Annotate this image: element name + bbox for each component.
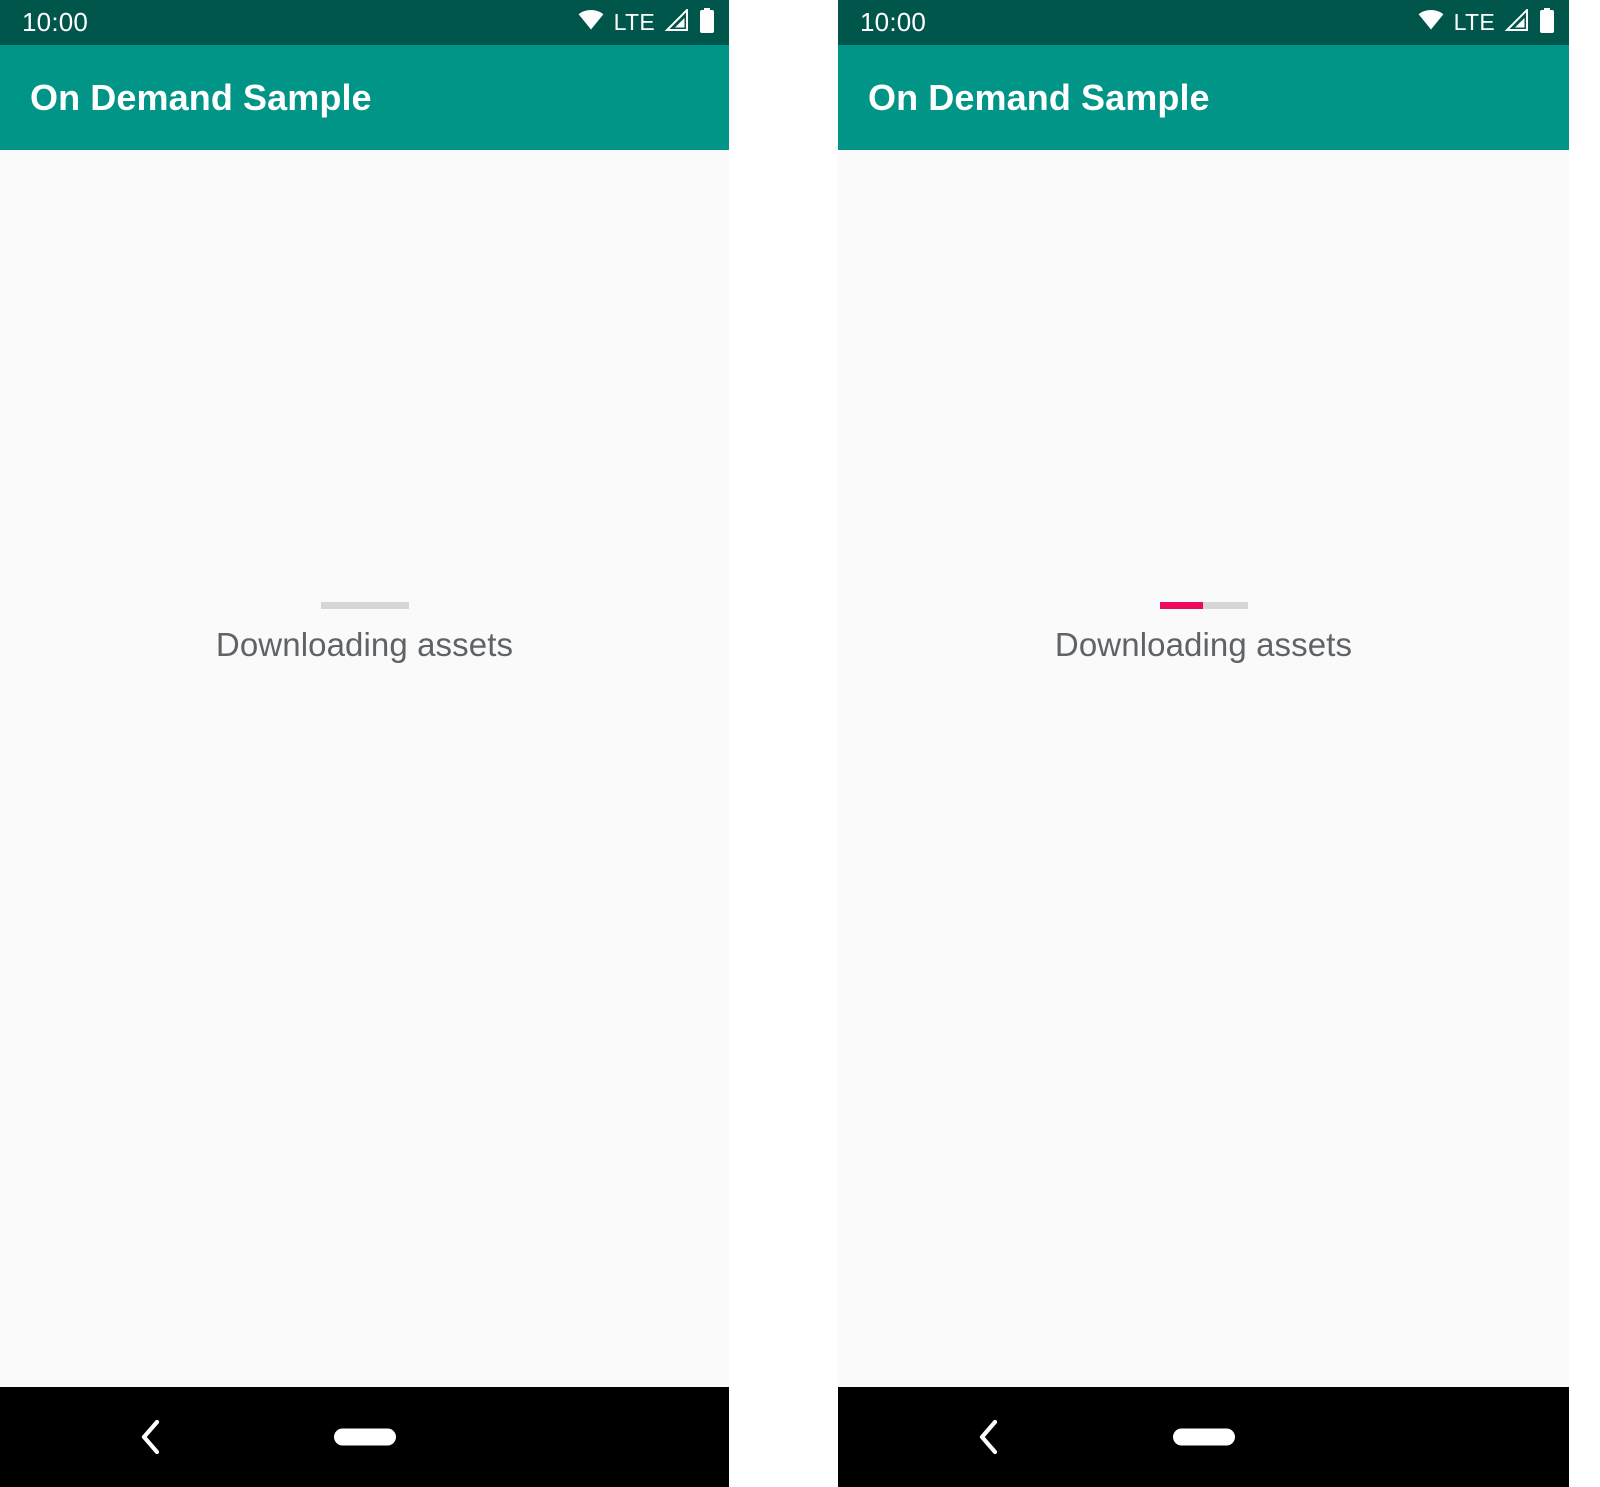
cellular-signal-icon: [664, 7, 689, 36]
download-status-block: Downloading assets: [838, 602, 1569, 663]
download-status-label: Downloading assets: [1054, 626, 1353, 663]
lte-label: LTE: [613, 9, 655, 35]
wifi-icon: [578, 10, 604, 35]
app-bar: On Demand Sample: [0, 45, 729, 150]
cellular-signal-icon: [1504, 7, 1529, 36]
status-icon-group: LTE: [578, 7, 715, 38]
download-progress-bar: [320, 602, 409, 609]
lte-label: LTE: [1453, 9, 1495, 35]
download-progress-bar: [1159, 602, 1248, 609]
system-nav-bar: [0, 1387, 729, 1487]
phone-screen-before: 10:00 LTE On Demand Sample Downloading a…: [0, 0, 729, 1487]
app-title: On Demand Sample: [868, 76, 1210, 118]
app-bar: On Demand Sample: [838, 45, 1569, 150]
battery-icon: [699, 7, 715, 38]
phone-screen-after: 10:00 LTE On Demand Sample Downloading a…: [838, 0, 1569, 1487]
content-area: Downloading assets: [0, 150, 729, 1387]
app-title: On Demand Sample: [30, 76, 372, 118]
download-status-block: Downloading assets: [0, 602, 729, 663]
nav-home-handle[interactable]: [1172, 1428, 1235, 1446]
download-status-label: Downloading assets: [215, 626, 514, 663]
wifi-icon: [1418, 10, 1444, 35]
nav-home-handle[interactable]: [333, 1428, 396, 1446]
status-bar: 10:00 LTE: [0, 0, 729, 45]
download-progress-fill: [1159, 602, 1203, 609]
status-icon-group: LTE: [1418, 7, 1555, 38]
status-clock: 10:00: [22, 7, 89, 37]
screenshot-stage: 10:00 LTE On Demand Sample Downloading a…: [0, 0, 1600, 1487]
status-bar: 10:00 LTE: [838, 0, 1569, 45]
system-nav-bar: [838, 1387, 1569, 1487]
nav-back-icon[interactable]: [131, 1417, 171, 1457]
status-clock: 10:00: [860, 7, 927, 37]
battery-icon: [1539, 7, 1555, 38]
nav-back-icon[interactable]: [969, 1417, 1009, 1457]
content-area: Downloading assets: [838, 150, 1569, 1387]
